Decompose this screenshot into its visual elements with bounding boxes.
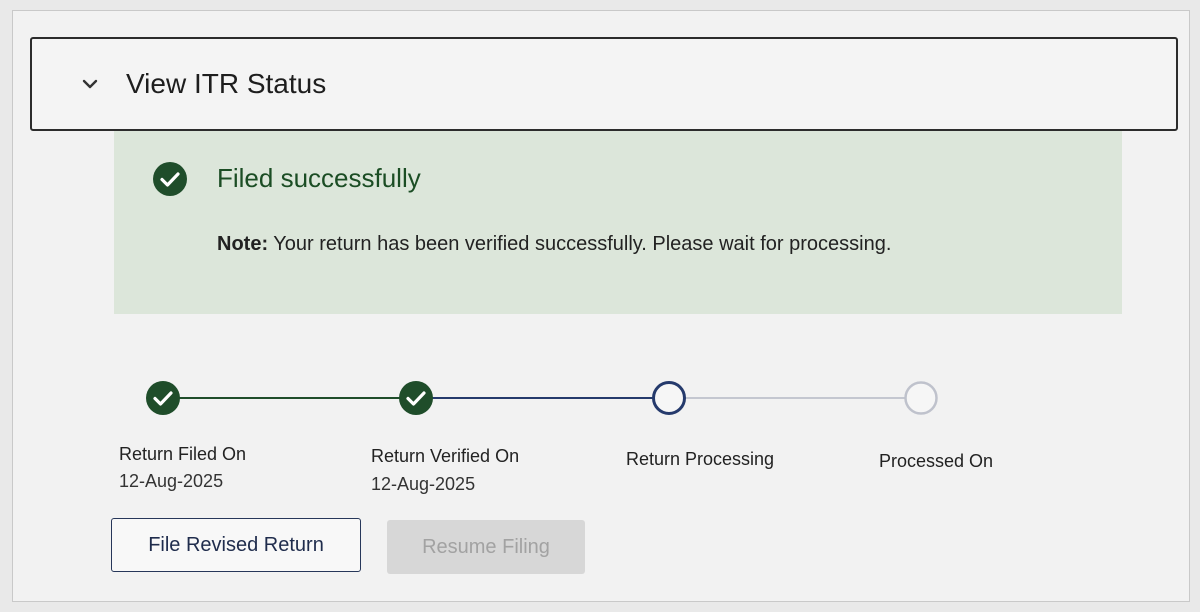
step-2-label: Return Verified On <box>371 446 520 466</box>
chevron-down-icon[interactable] <box>78 72 102 96</box>
note-text: Your return has been verified successful… <box>268 233 892 255</box>
step-connector <box>163 397 416 399</box>
step-connector <box>669 397 921 399</box>
step-connector <box>416 397 669 399</box>
step-3-label: Return Processing <box>626 449 775 469</box>
step-4-pending-icon <box>903 380 939 416</box>
page-title: View ITR Status <box>126 68 327 99</box>
step-2-date: 12-Aug-2025 <box>371 474 476 494</box>
step-1-label: Return Filed On <box>119 444 247 464</box>
step-2-completed-icon <box>398 380 434 416</box>
resume-filing-button: Resume Filing <box>387 520 585 574</box>
success-banner: Filed successfully Note: Your return has… <box>114 131 1122 314</box>
step-1-completed-icon <box>145 380 181 416</box>
step-4-label: Processed On <box>879 451 994 471</box>
file-revised-return-button[interactable]: File Revised Return <box>111 518 361 572</box>
itr-status-accordion-header[interactable]: View ITR Status <box>30 37 1178 131</box>
status-stepper: Return Filed On 12-Aug-2025 Return Verif… <box>13 371 1191 494</box>
banner-note: Note: Your return has been verified succ… <box>217 233 891 256</box>
banner-title: Filed successfully <box>217 163 421 193</box>
step-3-current-icon <box>651 380 687 416</box>
itr-status-panel: View ITR Status Filed successfully Note:… <box>12 10 1190 602</box>
step-1-date: 12-Aug-2025 <box>119 471 224 491</box>
note-label: Note: <box>217 233 269 255</box>
check-circle-icon <box>152 161 188 197</box>
